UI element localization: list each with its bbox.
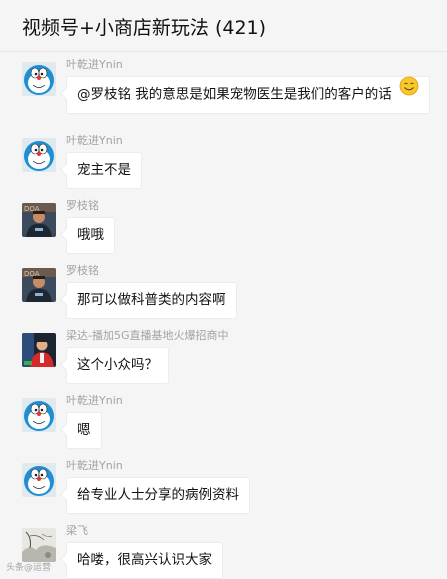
ink-painting-avatar[interactable] bbox=[22, 528, 56, 562]
sender-name: 罗枝铭 bbox=[66, 264, 99, 277]
sender-name: 叶乾进Ynin bbox=[66, 58, 123, 71]
man-photo-avatar[interactable]: DOA bbox=[22, 203, 56, 237]
message-bubble[interactable]: 哦哦 bbox=[66, 217, 115, 254]
doraemon-avatar[interactable] bbox=[22, 138, 56, 172]
message-bubble[interactable]: 嗯 bbox=[66, 412, 102, 449]
chat-header: 视频号+小商店新玩法 (421) bbox=[0, 0, 447, 52]
sender-name: 罗枝铭 bbox=[66, 199, 99, 212]
sender-name: 叶乾进Ynin bbox=[66, 394, 123, 407]
man-photo-avatar[interactable]: DOA bbox=[22, 268, 56, 302]
doraemon-avatar[interactable] bbox=[22, 62, 56, 96]
message-text: 这个小众吗？ bbox=[77, 357, 158, 373]
sender-name: 叶乾进Ynin bbox=[66, 134, 123, 147]
message-bubble[interactable]: 哈喽，很高兴认识大家 bbox=[66, 542, 223, 579]
message-bubble[interactable]: 那可以做科普类的内容啊 bbox=[66, 282, 237, 319]
message-bubble[interactable]: 宠主不是 bbox=[66, 152, 142, 189]
sender-name: 叶乾进Ynin bbox=[66, 459, 123, 472]
smile-emoji-icon bbox=[399, 75, 419, 110]
message-bubble[interactable]: 这个小众吗？ bbox=[66, 347, 169, 384]
chat-title[interactable]: 视频号+小商店新玩法 (421) bbox=[22, 13, 266, 40]
message-list[interactable]: 叶乾进Ynin @罗枝铭 我的意思是如果宠物医生是我们的客户的话 叶乾进Ynin… bbox=[0, 52, 447, 579]
message-bubble[interactable]: 给专业人士分享的病例资料 bbox=[66, 477, 250, 514]
message-text: 哦哦 bbox=[77, 227, 104, 243]
message-text: 哈喽，很高兴认识大家 bbox=[77, 552, 212, 568]
message-text: 宠主不是 bbox=[77, 162, 131, 178]
sender-name: 梁达-播加5G直播基地火爆招商中 bbox=[66, 329, 229, 342]
message-text: @罗枝铭 我的意思是如果宠物医生是我们的客户的话 bbox=[77, 86, 392, 103]
message-text: 给专业人士分享的病例资料 bbox=[77, 487, 239, 503]
message-text: 那可以做科普类的内容啊 bbox=[77, 292, 226, 308]
message-text: 嗯 bbox=[77, 422, 91, 438]
message-bubble[interactable]: @罗枝铭 我的意思是如果宠物医生是我们的客户的话 bbox=[66, 75, 431, 114]
doraemon-avatar[interactable] bbox=[22, 463, 56, 497]
doraemon-avatar[interactable] bbox=[22, 398, 56, 432]
red-suit-avatar[interactable] bbox=[22, 333, 56, 367]
watermark: 头条@运营 bbox=[6, 563, 52, 573]
sender-name: 梁飞 bbox=[66, 524, 88, 537]
